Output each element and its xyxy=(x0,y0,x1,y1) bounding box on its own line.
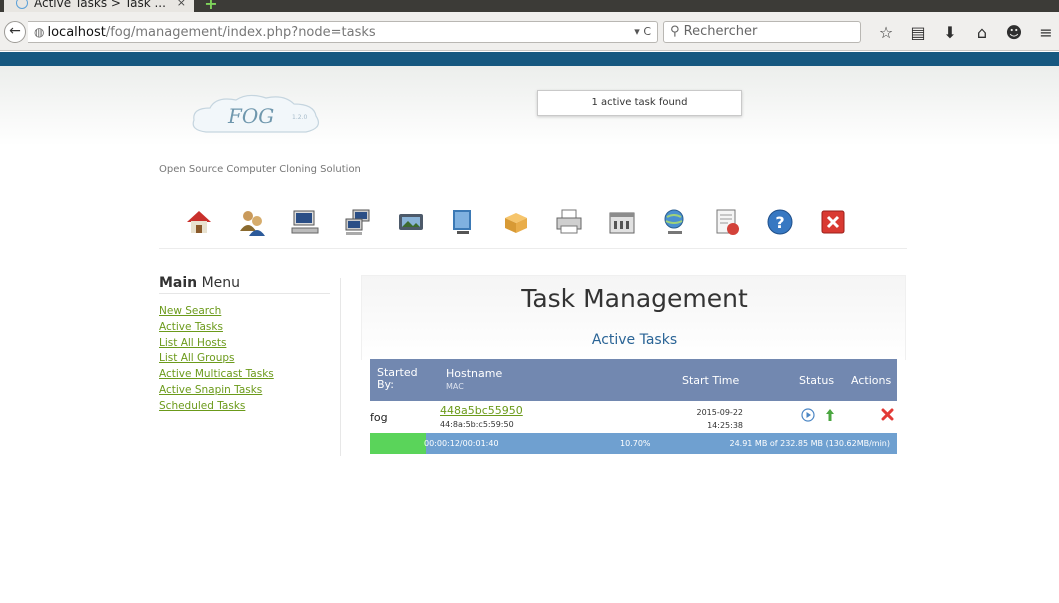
upload-arrow-icon xyxy=(825,409,834,421)
sidebar-menu: Main Menu New Search Active Tasks List A… xyxy=(159,275,330,415)
header-divider xyxy=(159,248,907,249)
chat-icon[interactable]: ☻ xyxy=(998,22,1030,44)
sidebar-item-new-search[interactable]: New Search xyxy=(159,304,330,320)
sidebar-separator xyxy=(340,278,341,456)
status-cell xyxy=(801,408,835,425)
back-button[interactable]: ← xyxy=(4,21,26,43)
main-panel: Task Management Active Tasks xyxy=(361,275,906,360)
progress-elapsed: 00:00:12/00:01:40 xyxy=(424,439,499,448)
progress-percent: 10.70% xyxy=(620,439,651,448)
in-progress-icon xyxy=(801,408,815,422)
col-started-by[interactable]: Started By: xyxy=(377,367,418,391)
mac-cell: 44:8a:5b:c5:59:50 xyxy=(440,420,514,429)
url-path: /fog/management/index.php?node=tasks xyxy=(105,25,376,40)
toolbar-icons: ☆ ▤ ⬇ ⌂ ☻ ≡ xyxy=(870,22,1059,44)
search-placeholder: Rechercher xyxy=(683,24,758,39)
main-nav-icons: ? xyxy=(173,205,873,239)
close-icon[interactable] xyxy=(881,408,894,421)
col-hostname[interactable]: Hostname MAC xyxy=(446,367,502,391)
storage-icon[interactable] xyxy=(437,205,490,239)
home-browser-icon[interactable]: ⌂ xyxy=(966,22,998,44)
home-icon[interactable] xyxy=(173,205,226,239)
search-icon: ⚲ xyxy=(670,24,680,39)
cancel-task-button[interactable] xyxy=(881,408,894,424)
section-title: Active Tasks xyxy=(591,332,678,348)
image-icon[interactable] xyxy=(384,205,437,239)
tab-strip: Active Tasks > Task ... × + xyxy=(0,0,1059,12)
users-icon[interactable] xyxy=(226,205,279,239)
sidebar-item-active-snapin-tasks[interactable]: Active Snapin Tasks xyxy=(159,383,330,399)
bookmark-star-icon[interactable]: ☆ xyxy=(870,22,902,44)
fog-logo: FOG 1.2.0 xyxy=(192,94,319,133)
started-by-cell: fog xyxy=(370,411,388,424)
page-header xyxy=(0,66,1059,146)
tasks-table-header: Started By: Hostname MAC Start Time Status… xyxy=(370,359,897,401)
downloads-icon[interactable]: ⬇ xyxy=(934,22,966,44)
page-title: Task Management xyxy=(521,284,748,313)
accent-bar xyxy=(0,52,1059,66)
host-icon[interactable] xyxy=(279,205,332,239)
start-time-cell: 2015-09-22 14:25:38 xyxy=(696,408,744,430)
menu-title: Main Menu xyxy=(159,275,330,294)
logo-version: 1.2.0 xyxy=(292,114,307,121)
reload-icon[interactable]: ▾ C xyxy=(634,22,651,42)
progress-transfer: 24.91 MB of 232.85 MB (130.62MB/min) xyxy=(729,439,890,448)
sidebar-item-list-all-groups[interactable]: List All Groups xyxy=(159,351,330,367)
hostname-cell: 448a5bc55950 44:8a:5b:c5:59:50 xyxy=(440,404,523,430)
tab-close-icon[interactable]: × xyxy=(177,0,186,9)
search-input[interactable]: ⚲ Rechercher xyxy=(663,21,861,43)
navigation-toolbar: ← ◍ localhost/fog/management/index.php?no… xyxy=(0,12,1059,51)
tagline: Open Source Computer Cloning Solution xyxy=(159,164,361,175)
table-row: fog 448a5bc55950 44:8a:5b:c5:59:50 2015-… xyxy=(370,401,897,433)
groups-icon[interactable] xyxy=(331,205,384,239)
active-task-notice: 1 active task found xyxy=(537,90,742,116)
tab-title: Active Tasks > Task ... xyxy=(34,0,166,10)
browser-tab[interactable]: Active Tasks > Task ... × xyxy=(4,0,194,12)
report-icon[interactable] xyxy=(648,205,701,239)
task-progress-bar: 00:00:12/00:01:40 10.70% 24.91 MB of 232… xyxy=(370,433,897,454)
help-icon[interactable]: ? xyxy=(754,205,807,239)
sidebar-item-active-multicast-tasks[interactable]: Active Multicast Tasks xyxy=(159,367,330,383)
snapin-icon[interactable] xyxy=(490,205,543,239)
sidebar-item-active-tasks[interactable]: Active Tasks xyxy=(159,320,330,336)
col-actions[interactable]: Actions xyxy=(851,374,891,387)
url-host: localhost xyxy=(47,25,106,40)
menu-icon[interactable]: ≡ xyxy=(1030,22,1059,44)
sidebar-item-scheduled-tasks[interactable]: Scheduled Tasks xyxy=(159,399,330,415)
service-icon[interactable] xyxy=(595,205,648,239)
new-tab-button[interactable]: + xyxy=(200,0,222,12)
site-info-icon[interactable]: ◍ xyxy=(34,25,44,39)
tasks-icon[interactable] xyxy=(701,205,754,239)
logout-icon[interactable] xyxy=(807,205,860,239)
logo-text: FOG xyxy=(227,104,274,128)
col-status[interactable]: Status xyxy=(799,374,834,387)
url-bar[interactable]: ◍ localhost/fog/management/index.php?node… xyxy=(28,21,658,43)
progress-fill xyxy=(370,433,427,454)
reading-list-icon[interactable]: ▤ xyxy=(902,22,934,44)
tab-favicon-icon xyxy=(16,0,28,9)
sidebar-item-list-all-hosts[interactable]: List All Hosts xyxy=(159,336,330,352)
svg-text:?: ? xyxy=(776,213,785,232)
printer-icon[interactable] xyxy=(543,205,596,239)
hostname-link[interactable]: 448a5bc55950 xyxy=(440,404,523,417)
col-start-time[interactable]: Start Time xyxy=(682,374,739,387)
